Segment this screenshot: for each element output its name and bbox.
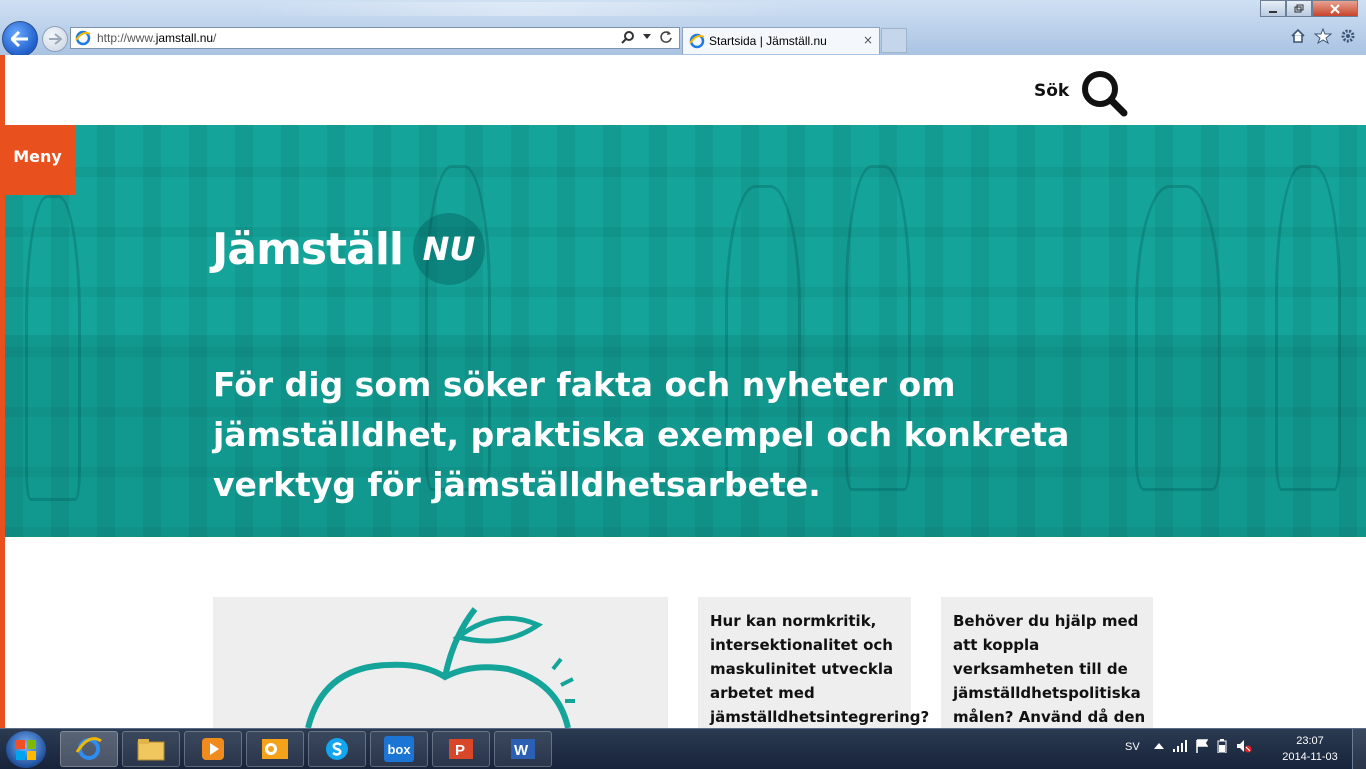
illustration-figure [1275,165,1341,491]
taskbar-clock[interactable]: 23:07 2014-11-03 [1280,733,1340,765]
restore-icon [1294,4,1304,13]
close-button[interactable] [1312,0,1358,17]
arrow-right-icon [49,33,62,45]
favorites-star-icon[interactable] [1314,28,1332,44]
svg-text:W: W [514,742,529,759]
taskbar-box[interactable]: box [370,731,428,767]
article-card-text: Behöver du hjälp med att koppla verksamh… [953,612,1146,726]
tab-startsida[interactable]: Startsida | Jämställ.nu × [682,27,880,54]
restore-button[interactable] [1286,0,1312,17]
action-center-flag-icon[interactable] [1196,739,1208,753]
word-icon: W [511,739,535,759]
arrow-left-icon [11,31,28,47]
new-tab-button[interactable] [881,28,907,53]
search-icon[interactable] [621,30,635,44]
browser-chrome: http://www.jamstall.nu/ Startsida | Jäms… [0,0,1366,57]
tab-title: Startsida | Jämställ.nu [709,34,827,48]
volume-muted-icon[interactable] [1236,739,1252,753]
close-icon [1330,3,1340,14]
show-hidden-icons-icon[interactable] [1154,742,1164,750]
clock-date: 2014-11-03 [1282,751,1338,763]
taskbar-powerpoint[interactable]: P [432,731,490,767]
folder-icon [137,739,165,761]
taskbar-skype[interactable] [308,731,366,767]
ie-page-icon [75,30,91,50]
illustration-figure [1135,185,1221,491]
featured-card[interactable] [213,597,668,728]
taskbar-media-player[interactable] [184,731,242,767]
article-card[interactable]: Behöver du hjälp med att koppla verksamh… [941,597,1153,728]
clock-time: 23:07 [1296,735,1324,747]
gear-icon[interactable] [1340,28,1356,44]
forward-button[interactable] [42,26,68,52]
address-bar[interactable]: http://www.jamstall.nu/ [70,27,680,49]
system-tray [1154,739,1252,753]
media-player-icon [202,738,224,760]
illustration-figure [25,195,81,501]
taskbar-file-explorer[interactable] [122,731,180,767]
taskbar-word[interactable]: W [494,731,552,767]
address-tools [621,30,673,44]
powerpoint-icon: P [449,739,473,759]
site-logo[interactable]: Jämställ NU [212,213,485,285]
back-button[interactable] [2,21,38,57]
taskbar-outlook[interactable] [246,731,304,767]
refresh-icon[interactable] [659,30,673,44]
apple-illustration [305,607,575,728]
window-title-area [250,2,810,16]
taskbar: box P W SV 23:07 2014-11-03 [0,728,1366,769]
taskbar-internet-explorer[interactable] [60,731,118,767]
search-label[interactable]: Sök [1034,81,1069,101]
web-page: Sök Meny Jämställ NU För dig som söker f… [0,55,1366,728]
windows-logo-icon [16,739,36,760]
minimize-button[interactable] [1260,0,1286,17]
window-controls [1260,0,1358,18]
logo-text: Jämställ [212,223,404,275]
internet-explorer-icon [75,737,102,760]
article-card[interactable]: Hur kan normkritik, intersektionalitet o… [698,597,930,728]
outlook-icon [262,739,288,759]
show-desktop-button[interactable] [1352,729,1366,769]
article-card-text: Hur kan normkritik, intersektionalitet o… [710,612,930,726]
minimize-icon [1269,10,1277,13]
address-url[interactable]: http://www.jamstall.nu/ [97,31,216,45]
hero-tagline: För dig som söker fakta och nyheter om j… [213,365,1070,504]
network-icon[interactable] [1173,740,1187,752]
box-icon: box [384,736,414,762]
home-icon[interactable] [1290,28,1306,44]
language-indicator[interactable]: SV [1125,741,1140,753]
battery-icon[interactable] [1217,739,1227,753]
logo-nu-badge: NU [413,213,485,285]
skype-icon [326,738,348,760]
ie-page-icon [689,33,705,53]
start-button[interactable] [6,731,46,768]
chevron-down-icon[interactable] [643,34,651,40]
browser-toolbar-right [1290,28,1356,44]
search-icon[interactable] [1078,68,1130,120]
tab-close-icon[interactable]: × [863,33,873,47]
svg-text:P: P [455,742,465,759]
menu-button[interactable]: Meny [0,125,75,195]
